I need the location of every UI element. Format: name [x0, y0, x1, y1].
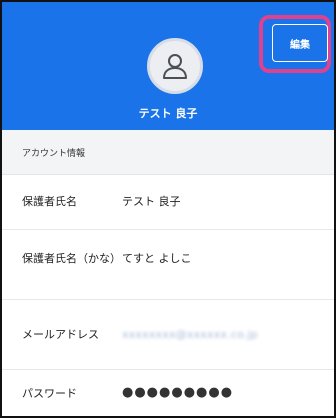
guardian-name-kana-label: 保護者氏名（かな）: [22, 252, 121, 265]
profile-screen: テスト 良子 編集 アカウント情報 保護者氏名 テスト 良子 保護者氏名（かな）…: [0, 0, 336, 418]
edit-button[interactable]: 編集: [272, 24, 328, 62]
user-name: テスト 良子: [138, 107, 198, 120]
list-item-email: メールアドレス xxxxxxxx@xxxxxx.co.jp: [2, 300, 334, 370]
list-item-guardian-name: 保護者氏名 テスト 良子: [2, 175, 334, 230]
guardian-name-label: 保護者氏名: [22, 195, 77, 208]
guardian-name-value: テスト 良子: [122, 195, 181, 208]
password-value: ●●●●●●●●●: [122, 385, 234, 400]
guardian-name-kana-value: てすと よしこ: [122, 252, 192, 265]
email-label: メールアドレス: [22, 328, 99, 341]
password-label: パスワード: [22, 387, 77, 400]
list-item-password: パスワード ●●●●●●●●●: [2, 370, 334, 416]
list-item-guardian-name-kana: 保護者氏名（かな） てすと よしこ: [2, 230, 334, 300]
section-header-account-info: アカウント情報: [2, 130, 334, 175]
email-value: xxxxxxxx@xxxxxx.co.jp: [122, 328, 258, 341]
user-icon: [163, 54, 187, 79]
avatar: [147, 38, 203, 94]
